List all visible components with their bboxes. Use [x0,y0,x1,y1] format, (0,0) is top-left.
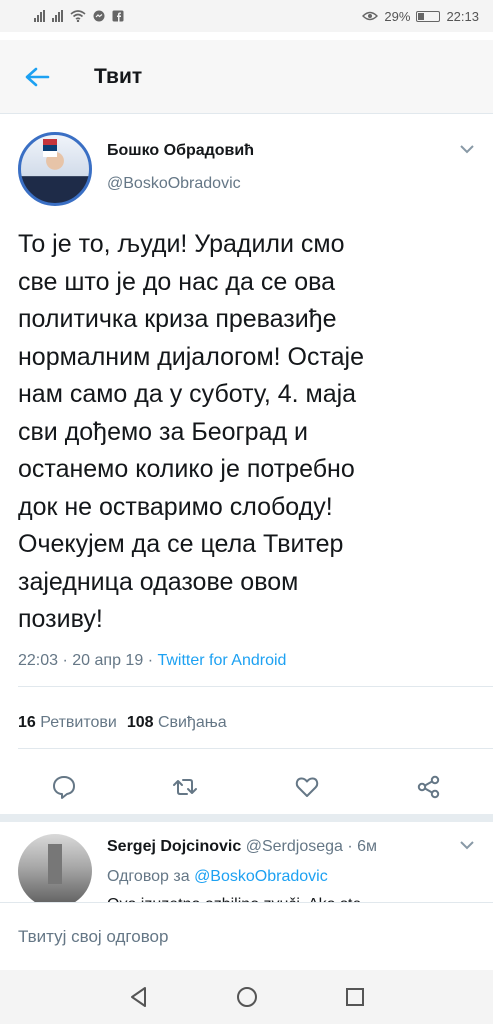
reply-author-avatar[interactable] [18,834,92,908]
nav-back-icon[interactable] [126,984,152,1010]
author-handle[interactable]: @BoskoObradovic [107,175,241,193]
status-bar: 29% 22:13 [0,0,493,32]
divider [18,686,493,687]
retweet-icon[interactable] [172,774,198,800]
author-name[interactable]: Бошко Обрадовић [107,142,254,160]
page-title: Твит [94,64,143,88]
retweets-stat[interactable]: 16 Ретвитови [18,714,117,732]
reply-to-label: Одговор за [107,868,190,885]
reply-author-handle[interactable]: @Serdjosega [246,838,343,855]
reply-header: Sergej Dojcinovic @Serdjosega · 6м [107,838,377,856]
likes-count: 108 [126,714,154,731]
tweet-time: 22:03 [18,652,59,669]
flag-pin [43,139,57,157]
tweet-text-line: све што је до нас да се ова [18,267,336,296]
signal-icon [34,10,45,22]
signal-icon-2 [52,10,63,22]
compose-placeholder: Твитуј свој одговор [18,926,169,946]
meta-separator: · [62,652,73,669]
wifi-icon [70,10,86,22]
tweet-stats: 16 Ретвитови 108 Свиђања [18,714,227,732]
tweet-meta: 22:03 · 20 апр 19 · Twitter for Android [18,652,286,670]
back-arrow-icon[interactable] [22,62,52,92]
retweets-count: 16 [18,714,36,731]
tweet-date: 20 апр 19 [72,652,144,669]
reply-item[interactable]: Sergej Dojcinovic @Serdjosega · 6м Одгов… [0,820,493,908]
tweet-text: То је то, људи! Урадили смо све што је д… [18,226,488,639]
divider [18,748,493,749]
battery-percent: 29% [384,8,411,24]
reply-age: 6м [357,838,378,855]
status-right: 29% 22:13 [362,9,479,24]
tweet-client-link[interactable]: Twitter for Android [157,652,286,669]
tweet-text-line: позиву! [18,605,103,633]
top-app-bar: Твит [0,40,493,114]
eye-icon [362,11,379,21]
likes-stat[interactable]: 108 Свиђања [127,714,227,732]
tweet-text-line: заједница одазове овом [18,567,299,596]
reply-to-line: Одговор за @BoskoObradovic [107,868,328,886]
reply-to-handle-link[interactable]: @BoskoObradovic [194,868,328,885]
reply-compose-input[interactable]: Твитуј свој одговор [0,902,493,970]
battery-icon [416,10,441,22]
likes-label: Свиђања [158,714,227,731]
reply-icon[interactable] [51,774,77,800]
nav-recents-icon[interactable] [342,984,368,1010]
status-time: 22:13 [446,8,479,24]
chevron-down-icon[interactable] [458,142,476,156]
tweet-actions [0,766,493,810]
facebook-icon [112,10,124,22]
tweet-text-line: политичка криза превазиђе [18,305,337,333]
tweet-text-line: нам само да у суботу, 4. маја [18,380,357,408]
messenger-icon [93,10,105,22]
meta-separator: · [347,838,358,855]
tweet-text-line: То је то, људи! Урадили смо [18,230,345,258]
tweet-text-line: нормалним дијалогом! Остаје [18,342,365,371]
share-icon[interactable] [416,774,442,800]
status-left [34,10,124,22]
tweet-text-line: Очекујем да се цела Твитер [18,530,344,558]
like-heart-icon[interactable] [294,774,320,800]
retweets-label: Ретвитови [40,714,117,731]
meta-separator: · [147,652,158,669]
reply-chevron-down-icon[interactable] [458,838,476,852]
author-avatar[interactable] [18,132,92,206]
reply-author-name[interactable]: Sergej Dojcinovic [107,838,241,855]
nav-home-icon[interactable] [234,984,260,1010]
tweet-text-line: сви дођемо за Београд и [18,417,308,446]
tweet-text-line: останемо колико је потребно [18,455,355,483]
tweet-text-line: док не остваримо слободу! [18,492,333,521]
avatar-photo-detail [48,844,62,884]
system-nav-bar [0,970,493,1024]
